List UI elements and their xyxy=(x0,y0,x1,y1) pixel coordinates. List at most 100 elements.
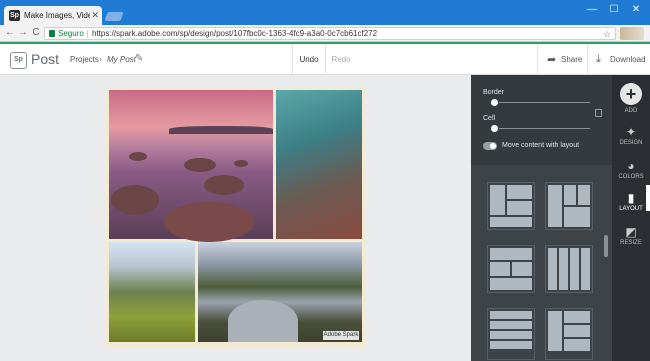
url-divider xyxy=(87,30,88,38)
rail-item-add[interactable]: + ADD xyxy=(612,75,650,119)
plus-icon: + xyxy=(620,83,642,105)
layout-icon: ▮ xyxy=(627,191,635,205)
forward-button[interactable]: → xyxy=(17,27,29,39)
rock-shape xyxy=(111,185,159,215)
layout-option[interactable] xyxy=(487,308,535,360)
palette-icon: ◕ xyxy=(627,159,635,173)
layout-tile xyxy=(507,201,532,215)
layout-tile xyxy=(581,248,590,290)
download-label: Download xyxy=(610,55,646,64)
layout-panel: Border Cell Move content with layout xyxy=(471,75,612,361)
spark-logo-icon[interactable]: Sp xyxy=(10,52,27,69)
layout-tile xyxy=(490,321,532,329)
photo-collage[interactable]: Adobe Spark xyxy=(106,87,365,347)
border-slider-handle[interactable] xyxy=(490,98,499,107)
cell-slider-track[interactable] xyxy=(493,128,590,129)
layout-option[interactable] xyxy=(545,308,593,360)
lock-icon[interactable] xyxy=(595,109,602,117)
layout-tile xyxy=(564,311,590,323)
rail-label: LAYOUT xyxy=(619,206,643,212)
layout-tile xyxy=(548,248,557,290)
rail-label: ADD xyxy=(624,108,638,114)
rock-shape xyxy=(184,158,216,172)
tool-rail: + ADD ✦ DESIGN ◕ COLORS ▮ LAYOUT ◩ RESIZ… xyxy=(612,75,650,361)
app-header: Sp Post Projects › My Post ✎ Undo Redo ➦… xyxy=(0,44,650,75)
back-button[interactable]: ← xyxy=(4,27,16,39)
layout-tile xyxy=(490,311,532,319)
rail-label: COLORS xyxy=(618,174,644,180)
move-content-label: Move content with layout xyxy=(502,142,580,149)
toggle-knob xyxy=(490,143,496,149)
share-button[interactable]: ➦ Share xyxy=(537,44,587,75)
breadcrumb-projects[interactable]: Projects xyxy=(70,55,99,64)
collage-cell-aerial-water[interactable] xyxy=(276,90,362,239)
adobe-spark-watermark: Adobe Spark xyxy=(323,331,359,340)
rail-item-colors[interactable]: ◕ COLORS xyxy=(612,159,650,195)
layout-tile xyxy=(490,217,532,227)
url-text[interactable]: https://spark.adobe.com/sp/design/post/1… xyxy=(92,28,377,40)
layout-tile xyxy=(564,185,576,205)
layout-tile xyxy=(490,262,510,276)
layout-settings: Border Cell Move content with layout xyxy=(471,75,612,165)
border-label: Border xyxy=(483,89,505,96)
rail-item-resize[interactable]: ◩ RESIZE xyxy=(612,225,650,261)
layout-option[interactable] xyxy=(487,182,535,230)
move-content-toggle[interactable] xyxy=(483,142,497,150)
new-tab-button[interactable] xyxy=(104,12,124,21)
edit-pencil-icon[interactable]: ✎ xyxy=(135,53,143,64)
bookmark-star-icon[interactable]: ☆ xyxy=(603,28,611,40)
browser-toolbar: ← → C Seguro https://spark.adobe.com/sp/… xyxy=(0,25,650,42)
border-slider-track[interactable] xyxy=(493,102,590,103)
layout-option[interactable] xyxy=(487,245,535,293)
mountain-silhouette xyxy=(169,126,273,134)
collage-cell-meadow-cows[interactable] xyxy=(109,242,195,342)
rock-shape xyxy=(129,152,147,161)
browser-titlebar: Sp Make Images, Videos and ✕ — ☐ ✕ xyxy=(0,0,650,25)
collage-cell-mountain-lake[interactable]: Adobe Spark xyxy=(198,242,362,342)
cell-label: Cell xyxy=(483,115,496,122)
browser-tab[interactable]: Sp Make Images, Videos and ✕ xyxy=(4,6,102,25)
layout-tile xyxy=(490,185,505,215)
layout-tile xyxy=(507,185,532,199)
redo-button[interactable]: Redo xyxy=(326,44,356,75)
close-window-button[interactable]: ✕ xyxy=(630,4,642,16)
undo-button[interactable]: Undo xyxy=(292,44,326,75)
reload-button[interactable]: C xyxy=(30,27,42,39)
layout-tile xyxy=(578,185,590,205)
layout-tile xyxy=(490,248,532,260)
tab-close-icon[interactable]: ✕ xyxy=(91,9,99,21)
layout-tile xyxy=(564,207,590,227)
collage-cell-sunset-rocks[interactable] xyxy=(109,90,273,242)
rail-item-design[interactable]: ✦ DESIGN xyxy=(612,125,650,161)
panel-scrollbar[interactable] xyxy=(604,235,608,257)
cell-slider-handle[interactable] xyxy=(490,124,499,133)
layout-option[interactable] xyxy=(545,245,593,293)
layout-tile xyxy=(490,278,532,290)
rock-shape xyxy=(164,202,254,242)
address-bar[interactable]: Seguro https://spark.adobe.com/sp/design… xyxy=(44,27,616,40)
tab-title: Make Images, Videos and xyxy=(24,11,90,20)
maximize-button[interactable]: ☐ xyxy=(608,4,620,16)
secure-label: Seguro xyxy=(58,29,84,38)
breadcrumb-separator: › xyxy=(99,54,102,64)
layout-tile xyxy=(512,262,532,276)
layout-tile xyxy=(559,248,568,290)
minimize-button[interactable]: — xyxy=(586,4,598,16)
profile-avatar[interactable] xyxy=(620,27,644,40)
layout-tile xyxy=(564,339,590,351)
active-tab-indicator xyxy=(646,185,650,211)
layout-tile xyxy=(490,331,532,339)
download-button[interactable]: ⤓ Download xyxy=(587,44,650,75)
lake-shape xyxy=(228,300,298,342)
rock-shape xyxy=(234,160,248,167)
breadcrumb-current-project[interactable]: My Post xyxy=(107,55,136,64)
download-icon: ⤓ xyxy=(596,53,601,65)
lock-icon xyxy=(49,30,55,37)
rail-item-layout[interactable]: ▮ LAYOUT xyxy=(612,191,650,227)
design-canvas[interactable]: Adobe Spark xyxy=(0,75,471,361)
rail-label: RESIZE xyxy=(620,240,642,246)
layout-tile xyxy=(490,341,532,349)
magic-wand-icon: ✦ xyxy=(625,125,637,139)
layout-option[interactable] xyxy=(545,182,593,230)
layout-tile xyxy=(564,325,590,337)
